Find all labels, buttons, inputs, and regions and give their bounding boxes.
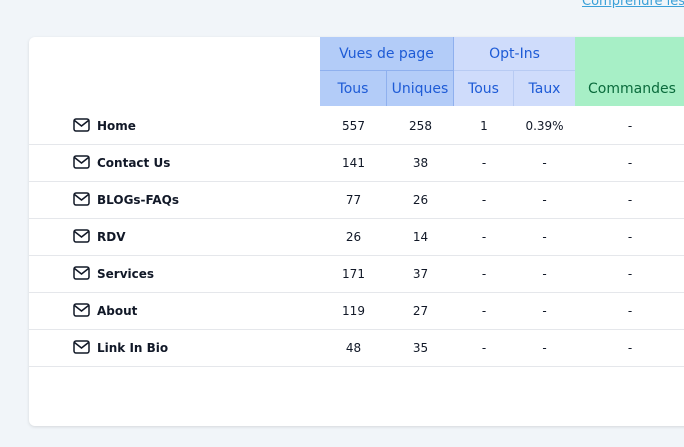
header-vues-de-page: Vues de page	[320, 37, 454, 71]
header-commandes[interactable]: Commandes	[575, 71, 684, 106]
row-page-name[interactable]: Contact Us	[97, 144, 170, 181]
row-optin-tous: -	[481, 192, 487, 207]
table-row[interactable]: Home 557 258 1 0.39% -	[29, 107, 684, 145]
row-uniques: 258	[409, 118, 432, 133]
row-uniques: 37	[412, 266, 429, 281]
table-row[interactable]: Contact Us 141 38 - - -	[29, 144, 684, 182]
row-commandes: -	[627, 266, 633, 281]
row-page-name[interactable]: RDV	[97, 218, 126, 255]
row-optin-tous: -	[481, 340, 487, 355]
header-sub-row: Tous Uniques Tous Taux Commandes	[29, 71, 684, 106]
mail-icon	[73, 118, 90, 132]
row-optin-tous: -	[481, 155, 487, 170]
row-taux: -	[542, 340, 547, 355]
stats-card: Vues de page Opt-Ins Tous Uniques Tous T…	[29, 37, 684, 426]
row-uniques: 26	[412, 192, 429, 207]
row-tous: 77	[345, 192, 362, 207]
table-row[interactable]: About 119 27 - - -	[29, 292, 684, 330]
row-optin-tous: 1	[480, 118, 488, 133]
row-commandes: -	[627, 229, 633, 244]
row-optin-tous: -	[481, 266, 487, 281]
row-tous: 171	[342, 266, 365, 281]
row-taux: -	[542, 229, 547, 244]
header-taux[interactable]: Taux	[514, 71, 575, 106]
row-taux: -	[542, 266, 547, 281]
row-taux: -	[542, 155, 547, 170]
header-tous[interactable]: Tous	[320, 71, 387, 106]
row-page-name[interactable]: About	[97, 292, 137, 329]
row-tous: 141	[342, 155, 365, 170]
row-uniques: 35	[412, 340, 429, 355]
row-page-name[interactable]: Home	[97, 107, 136, 144]
row-tous: 119	[342, 303, 365, 318]
row-taux: -	[542, 192, 547, 207]
row-taux: 0.39%	[525, 118, 564, 133]
row-taux: -	[542, 303, 547, 318]
row-commandes: -	[627, 118, 633, 133]
mail-icon	[73, 303, 90, 317]
mail-icon	[73, 192, 90, 206]
row-optin-tous: -	[481, 229, 487, 244]
row-uniques: 14	[412, 229, 429, 244]
mail-icon	[73, 155, 90, 169]
table-row[interactable]: Link In Bio 48 35 - - -	[29, 329, 684, 367]
row-commandes: -	[627, 303, 633, 318]
row-uniques: 27	[412, 303, 429, 318]
row-uniques: 38	[412, 155, 429, 170]
mail-icon	[73, 340, 90, 354]
header-opt-ins: Opt-Ins	[454, 37, 575, 71]
header-group-row: Vues de page Opt-Ins	[29, 37, 684, 71]
table-row[interactable]: BLOGs-FAQs 77 26 - - -	[29, 181, 684, 219]
mail-icon	[73, 229, 90, 243]
header-uniques[interactable]: Uniques	[387, 71, 454, 106]
row-page-name[interactable]: Services	[97, 255, 154, 292]
row-tous: 26	[345, 229, 362, 244]
row-page-name[interactable]: BLOGs-FAQs	[97, 181, 179, 218]
row-commandes: -	[627, 340, 633, 355]
table-row[interactable]: RDV 26 14 - - -	[29, 218, 684, 256]
header-optin-tous[interactable]: Tous	[454, 71, 514, 106]
row-commandes: -	[627, 192, 633, 207]
row-page-name[interactable]: Link In Bio	[97, 329, 168, 366]
header-commandes-group	[575, 37, 684, 71]
mail-icon	[73, 266, 90, 280]
row-tous: 557	[342, 118, 365, 133]
row-optin-tous: -	[481, 303, 487, 318]
row-tous: 48	[345, 340, 362, 355]
table-row[interactable]: Services 171 37 - - -	[29, 255, 684, 293]
help-link[interactable]: Comprendre les	[582, 0, 684, 9]
row-commandes: -	[627, 155, 633, 170]
